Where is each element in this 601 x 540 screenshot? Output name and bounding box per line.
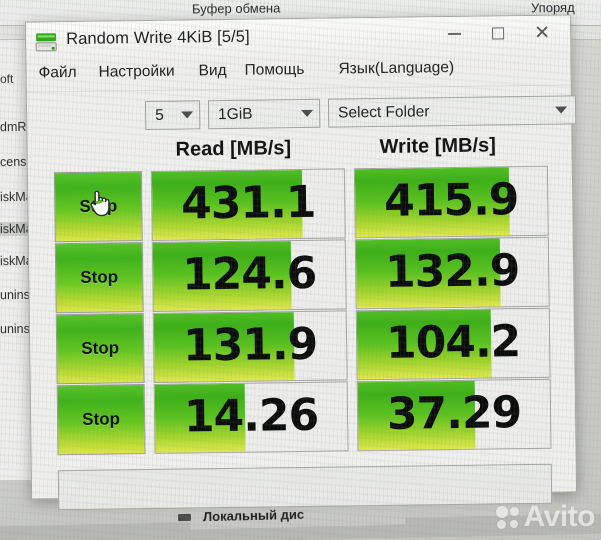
- stop-button-row-3[interactable]: Stop: [55, 313, 145, 385]
- table-row: Stop 131.9 104.2: [55, 307, 551, 385]
- write-value-cell-row-2: 132.9: [354, 236, 550, 310]
- results-grid: Stop 431.1 415.9 Stop 124.6 132.9 Stop 1…: [53, 165, 552, 456]
- write-value-cell-row-1: 415.9: [353, 165, 549, 239]
- menu-bar: Файл Настройки Вид Помощь Язык(Language): [26, 53, 571, 93]
- avito-logo-icon: [495, 505, 519, 529]
- test-size-value: 1GiB: [218, 105, 253, 123]
- menu-item-help[interactable]: Помощь: [244, 61, 304, 80]
- test-count-value: 5: [155, 106, 164, 124]
- stop-button-row-2[interactable]: Stop: [54, 242, 144, 314]
- read-value: 131.9: [182, 318, 318, 372]
- stop-button-label: Stop: [80, 267, 119, 287]
- write-value: 415.9: [383, 174, 519, 227]
- select-folder-dropdown[interactable]: Select Folder: [327, 95, 577, 128]
- write-column-header: Write [MB/s]: [379, 134, 497, 158]
- background-tab-label: oft: [0, 71, 14, 87]
- window-title: Random Write 4KiB [5/5]: [66, 27, 250, 49]
- stop-button-label: Stop: [82, 409, 121, 429]
- chevron-down-icon: [555, 106, 568, 114]
- select-folder-value: Select Folder: [338, 102, 430, 122]
- read-column-header: Read [MB/s]: [175, 137, 292, 161]
- stop-button-label: Stop: [79, 196, 118, 216]
- close-button[interactable]: ✕: [520, 16, 564, 51]
- stop-button-row-4[interactable]: Stop: [56, 384, 146, 456]
- write-value: 104.2: [385, 316, 521, 369]
- status-text-box[interactable]: [57, 463, 553, 511]
- read-value: 14.26: [183, 389, 319, 443]
- menu-item-view[interactable]: Вид: [198, 62, 226, 80]
- close-icon: ✕: [533, 22, 551, 44]
- maximize-icon: [492, 27, 505, 40]
- table-row: Stop 14.26 37.29: [56, 378, 552, 456]
- read-value-cell-row-1: 431.1: [150, 168, 346, 241]
- crystaldiskmark-window: Random Write 4KiB [5/5] ✕ Файл Настройки…: [24, 14, 578, 511]
- minimize-button[interactable]: [432, 17, 476, 52]
- test-controls: 5 1GiB Select Folder: [144, 95, 577, 131]
- background-taskbar-label: Локальный дис: [202, 506, 305, 525]
- menu-item-settings[interactable]: Настройки: [98, 63, 174, 82]
- disk-drive-icon: [34, 30, 58, 54]
- maximize-button[interactable]: [476, 16, 520, 51]
- menu-item-language[interactable]: Язык(Language): [338, 59, 454, 79]
- write-value-cell-row-3: 104.2: [355, 307, 551, 381]
- read-value-cell-row-3: 131.9: [152, 310, 348, 383]
- table-row: Stop 124.6 132.9: [54, 236, 550, 314]
- write-value-cell-row-4: 37.29: [356, 378, 552, 452]
- read-value: 431.1: [180, 176, 316, 230]
- chevron-down-icon: [181, 111, 194, 119]
- read-value: 124.6: [181, 247, 317, 301]
- test-count-dropdown[interactable]: 5: [144, 100, 201, 131]
- test-size-dropdown[interactable]: 1GiB: [207, 98, 321, 130]
- stop-button-label: Stop: [81, 338, 120, 358]
- chevron-down-icon: [301, 109, 314, 117]
- avito-watermark: Avito: [495, 500, 596, 533]
- drive-icon: [177, 513, 192, 522]
- minimize-icon: [447, 32, 461, 36]
- write-value: 37.29: [386, 387, 522, 440]
- background-toolbar-label: Буфер обмена: [191, 0, 281, 17]
- table-row: Stop 431.1 415.9: [53, 165, 549, 243]
- avito-watermark-text: Avito: [523, 500, 596, 533]
- background-toolbar-label-right: Упоряд: [530, 0, 575, 16]
- read-value-cell-row-2: 124.6: [151, 239, 347, 312]
- read-value-cell-row-4: 14.26: [153, 381, 349, 454]
- menu-item-file[interactable]: Файл: [38, 64, 76, 82]
- write-value: 132.9: [384, 245, 520, 298]
- stop-button-row-1[interactable]: Stop: [53, 171, 143, 243]
